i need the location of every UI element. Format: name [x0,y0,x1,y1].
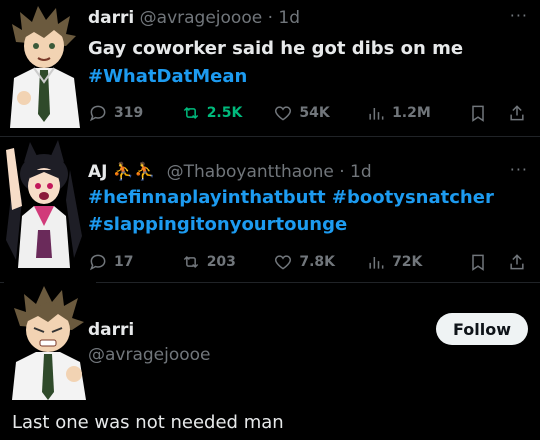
heart-icon [275,106,292,121]
reply-name: darri [88,320,134,340]
display-name[interactable]: darri [88,320,134,340]
display-name[interactable]: darri [88,8,134,28]
user-handle[interactable]: @Thaboyantthaone [167,162,334,182]
display-name[interactable]: AJ [88,162,107,182]
retweet-count: 2.5K [206,105,243,121]
timestamp[interactable]: · 1d [268,8,300,28]
timestamp[interactable]: · 1d [339,162,371,182]
bookmark-button[interactable] [459,103,498,123]
reply-handle-row: @avragejoooe [88,345,211,365]
bookmark-button[interactable] [459,252,498,272]
tweet-text: Gay coworker said he got dibs on me [88,38,464,59]
tweet-actions: 17 203 7.8K 72K [88,250,536,274]
tweet-actions: 319 2.5K 54K 1.2M [88,101,536,125]
tweet2-header: AJ ⛹⛹ @Thaboyantthaone · 1d [88,162,372,182]
share-icon [510,254,524,270]
more-options-icon[interactable]: ··· [510,6,528,25]
user-handle[interactable]: @avragejoooe [88,345,211,365]
reply-button[interactable]: 319 [88,103,181,123]
tweet1-header: darri @avragejoooe · 1d [88,8,300,28]
retweet-icon [183,106,198,120]
divider [0,136,540,137]
hashtag-link[interactable]: #hefinnaplayinthatbutt #bootysnatcher [88,185,494,211]
user-handle[interactable]: @avragejoooe [140,8,263,28]
reply-icon [89,105,106,122]
views-count: 1.2M [392,105,431,121]
avatar[interactable] [4,140,84,268]
share-icon [510,105,524,121]
share-button[interactable] [497,103,536,123]
heart-icon [275,255,292,270]
reply-button[interactable]: 17 [88,252,181,272]
retweet-count: 203 [206,254,236,270]
like-count: 54K [299,105,330,121]
bookmark-icon [472,105,484,122]
hashtag-link[interactable]: #WhatDatMean [88,64,247,90]
like-count: 7.8K [299,254,336,270]
more-options-icon[interactable]: ··· [510,160,528,179]
views-icon [369,108,384,120]
retweet-button[interactable]: 203 [181,252,274,272]
reply-count: 319 [114,105,144,121]
hashtag-link[interactable]: #slappingitonyourtounge [88,212,347,238]
bookmark-icon [472,254,484,271]
share-button[interactable] [497,252,536,272]
retweet-icon [183,255,198,269]
avatar[interactable] [4,2,84,128]
views-count: 72K [392,254,423,270]
follow-button[interactable]: Follow [436,313,528,345]
reply-icon [89,254,106,271]
like-button[interactable]: 54K [273,103,366,123]
views-button[interactable]: 1.2M [366,103,459,123]
retweet-button[interactable]: 2.5K [181,103,274,123]
avatar[interactable] [4,282,96,400]
views-icon [369,257,384,269]
reply-count: 17 [114,254,134,270]
views-button[interactable]: 72K [366,252,459,272]
like-button[interactable]: 7.8K [273,252,366,272]
name-emoji: ⛹⛹ [112,162,156,182]
reply-text: Last one was not needed man [12,412,284,433]
